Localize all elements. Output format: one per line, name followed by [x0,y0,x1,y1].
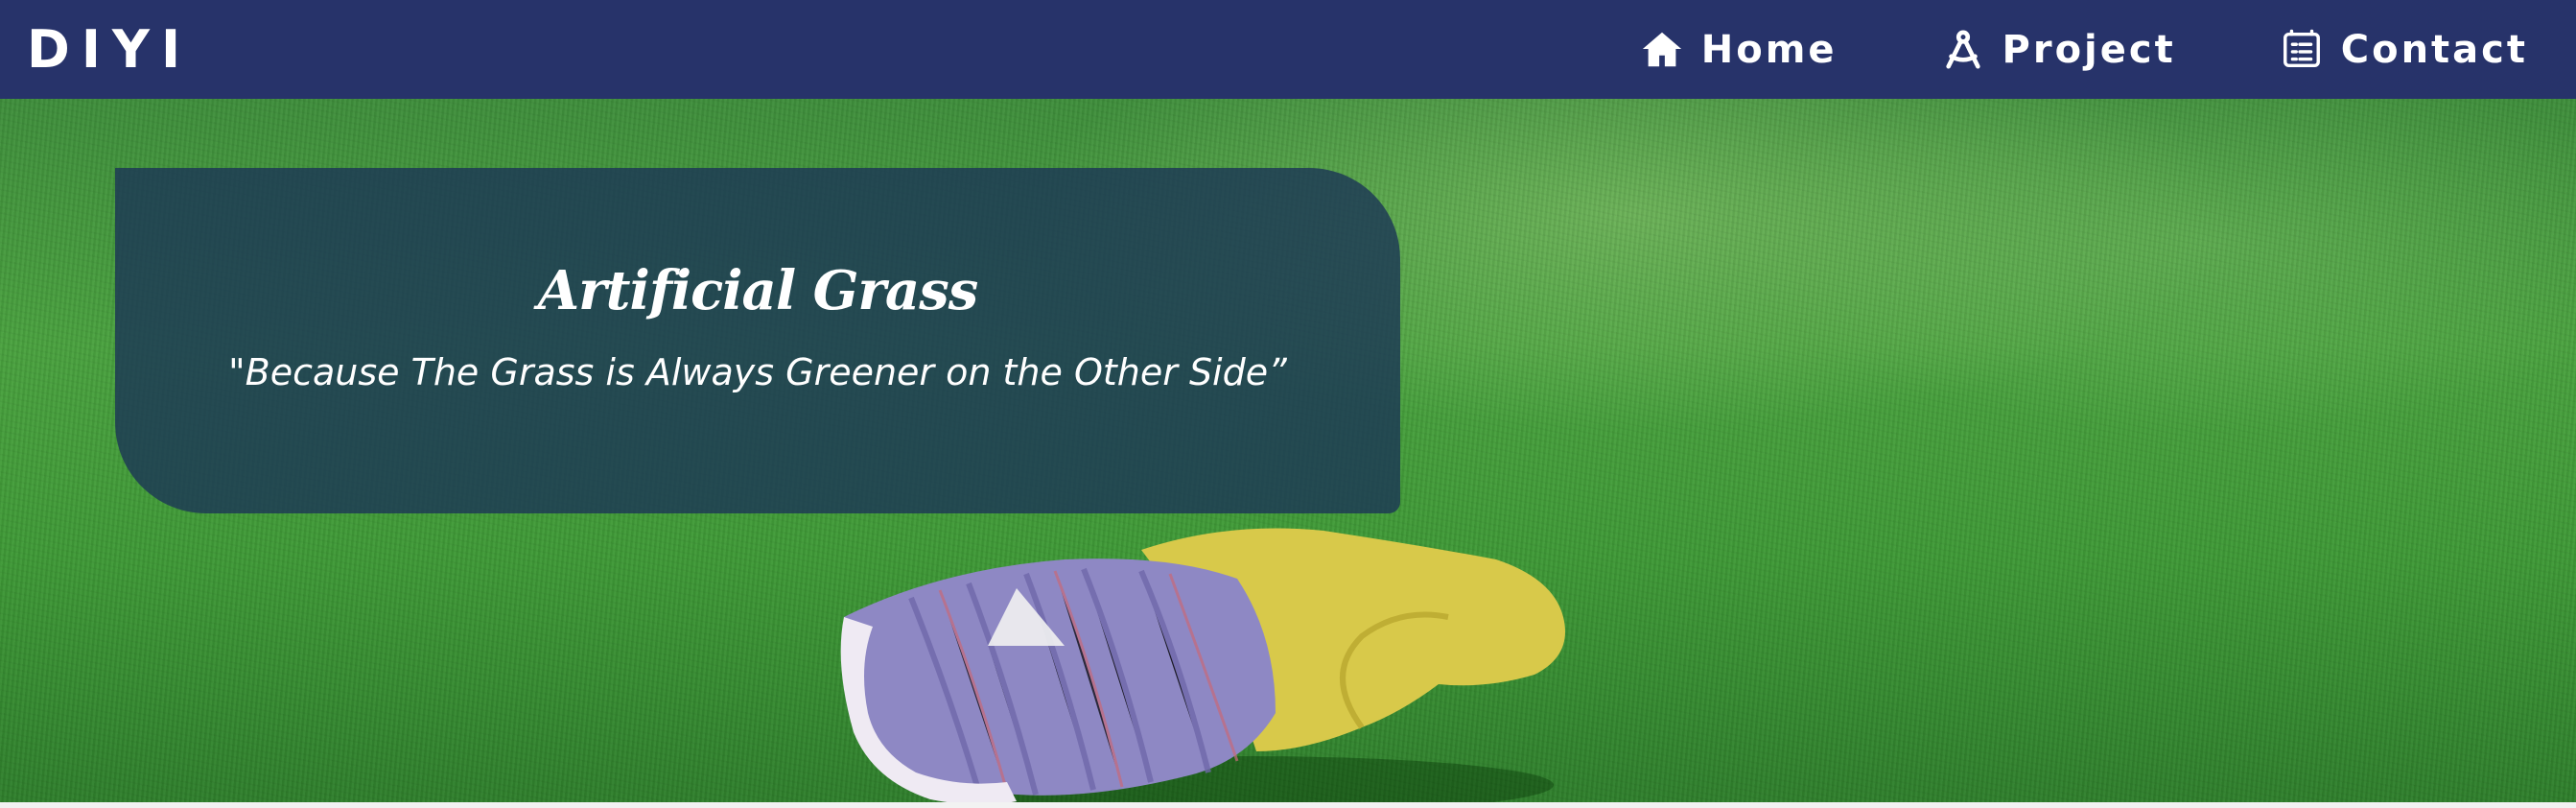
hero-banner: Artificial Grass "Because The Grass is A… [0,99,2576,802]
hero-tagline: "Because The Grass is Always Greener on … [228,351,1287,393]
home-icon [1640,28,1684,72]
navbar: DIYI Home Project Contact [0,0,2576,99]
nav-contact-link[interactable]: Contact [2280,28,2528,72]
hero-card: Artificial Grass "Because The Grass is A… [115,168,1400,513]
nav-project-label: Project [2002,27,2176,72]
brand-logo[interactable]: DIYI [27,19,192,80]
page-divider [0,802,2576,808]
nav-home-label: Home [1700,27,1838,72]
nav-contact-label: Contact [2340,27,2528,72]
work-glove-image [840,528,1565,802]
hero-title: Artificial Grass [537,259,979,322]
nav-links: Home Project Contact [1536,0,2528,99]
contact-list-icon [2280,28,2324,72]
compass-icon [1941,28,1985,72]
nav-home-link[interactable]: Home [1640,28,1838,72]
nav-project-link[interactable]: Project [1941,28,2176,72]
